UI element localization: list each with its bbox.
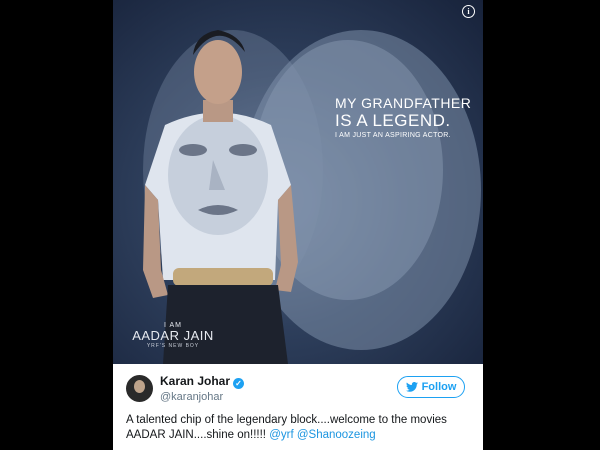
embedded-tweet-card: i MY GRANDFATHER IS A LEGEND. I AM JUST … [113,0,483,450]
quote-subline: I AM JUST AN ASPIRING ACTOR. [335,132,451,139]
twitter-bird-icon [405,382,418,392]
poster-quote: MY GRANDFATHER IS A LEGEND. I AM JUST AN… [335,95,475,139]
quote-line-2: IS A LEGEND. [335,111,451,130]
mention-link-yrf[interactable]: @yrf [269,429,293,441]
tweet-image[interactable]: i MY GRANDFATHER IS A LEGEND. I AM JUST … [113,0,483,364]
follow-label: Follow [421,381,457,393]
user-handle[interactable]: @karanjohar [160,391,223,403]
info-icon[interactable]: i [462,5,475,18]
poster-artwork [143,30,481,364]
name-tagline: YRF'S NEW BOY [146,343,200,349]
user-name[interactable]: Karan Johar ✓ [160,374,245,389]
poster-name-block: I AM AADAR JAIN YRF'S NEW BOY [123,322,223,349]
verified-icon: ✓ [233,378,245,389]
follow-button[interactable]: Follow [397,376,465,398]
tweet-body: Karan Johar ✓ @karanjohar Follow A talent… [113,364,483,450]
mention-link-shanoozeing[interactable]: @Shanoozeing [297,429,376,441]
quote-line-1: MY GRANDFATHER [335,95,472,111]
actor-name: AADAR JAIN [132,328,214,343]
avatar[interactable] [126,375,153,402]
tweet-text: A talented chip of the legendary block..… [126,413,476,443]
user-name-text[interactable]: Karan Johar [160,374,230,388]
